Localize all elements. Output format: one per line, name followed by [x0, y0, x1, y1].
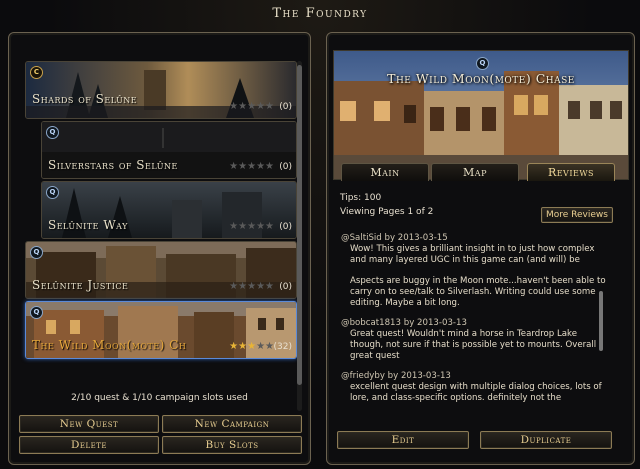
quest-list-scrollbar[interactable] — [297, 61, 302, 411]
rating-count: (32) — [273, 342, 292, 352]
campaign-badge-icon: C — [30, 66, 43, 79]
review-text: excellent quest design with multiple dia… — [350, 382, 602, 403]
star-icon: ★ — [247, 101, 257, 112]
review-body: excellent quest design with multiple dia… — [341, 382, 613, 404]
star-icon: ★ — [229, 341, 239, 352]
star-icon: ★ — [238, 221, 248, 232]
star-icon: ★ — [247, 161, 257, 172]
quest-card-name: The Wild Moon(mote) Ch — [32, 338, 187, 352]
tab-reviews[interactable]: Reviews — [527, 163, 615, 181]
rating-count: (0) — [279, 102, 292, 112]
star-icon: ★ — [265, 101, 274, 112]
new-quest-button[interactable]: New Quest — [19, 415, 159, 433]
star-icon: ★ — [229, 161, 239, 172]
buy-slots-button[interactable]: Buy Slots — [162, 436, 302, 454]
star-rating: ★★★★★ — [229, 341, 274, 352]
quest-badge-icon: Q — [30, 246, 43, 259]
rating-count: (0) — [279, 162, 292, 172]
slots-used-text: 2/10 quest & 1/10 campaign slots used — [71, 393, 248, 403]
star-icon: ★ — [265, 221, 274, 232]
review-text: Wow! This gives a brilliant insight in t… — [350, 244, 595, 265]
quest-badge-icon: Q — [30, 306, 43, 319]
review-header: @bobcat1813 by 2013-03-13 — [341, 318, 613, 329]
star-icon: ★ — [229, 221, 239, 232]
duplicate-button[interactable]: Duplicate — [480, 431, 612, 449]
review-by: by — [384, 233, 396, 243]
delete-button[interactable]: Delete — [19, 436, 159, 454]
quest-card-name: Selûnite Way — [48, 218, 128, 232]
quest-badge-icon: Q — [46, 126, 59, 139]
tab-main[interactable]: Main — [341, 163, 429, 181]
star-icon: ★ — [238, 281, 248, 292]
star-icon: ★ — [256, 281, 266, 292]
page-indicator: Viewing Pages 1 of 2 — [340, 207, 434, 217]
star-icon: ★ — [229, 101, 239, 112]
quest-card[interactable]: C Shards of Selûne ★★★★★ (0) — [25, 61, 297, 119]
review-body: Wow! This gives a brilliant insight in t… — [341, 244, 613, 309]
review-date: 2013-03-15 — [397, 233, 448, 243]
foundry-window: The Foundry C Shards of Selûne ★★★★★ (0) — [0, 0, 640, 469]
quest-card-selected[interactable]: Q The Wild Moon(mote) Ch ★★★★★ (32) — [25, 301, 297, 359]
quest-preview-image: Q The Wild Moon(mote) Chase — [333, 50, 629, 180]
star-icon: ★ — [238, 341, 248, 352]
quest-badge-icon: Q — [476, 57, 489, 70]
review-author[interactable]: @SaltiSid — [341, 233, 382, 243]
quest-card-name: Selûnite Justice — [32, 278, 129, 292]
scrollbar-thumb[interactable] — [297, 65, 302, 385]
review-by: by — [403, 318, 415, 328]
window-title: The Foundry — [272, 6, 368, 21]
quest-list: C Shards of Selûne ★★★★★ (0) Q Silversta… — [25, 61, 297, 421]
detail-tabs: Main Map Reviews — [333, 163, 627, 181]
star-icon: ★ — [229, 281, 239, 292]
star-rating: ★★★★★ — [229, 101, 274, 112]
review-author[interactable]: @bobcat1813 — [341, 318, 401, 328]
quest-card[interactable]: Q Selûnite Justice ★★★★★ (0) — [25, 241, 297, 299]
quest-title: The Wild Moon(mote) Chase — [387, 71, 575, 86]
review-body: Great quest! Wouldn't mind a horse in Te… — [341, 329, 613, 362]
star-icon: ★ — [265, 281, 274, 292]
star-icon: ★ — [238, 161, 248, 172]
quest-card[interactable]: Q Selûnite Way ★★★★★ (0) — [41, 181, 297, 239]
review-text: Great quest! Wouldn't mind a horse in Te… — [350, 329, 597, 361]
edit-button[interactable]: Edit — [337, 431, 469, 449]
review-item: @friedyby by 2013-03-13 excellent quest … — [341, 371, 613, 404]
quest-badge-icon: Q — [46, 186, 59, 199]
star-icon: ★ — [247, 221, 257, 232]
star-rating: ★★★★★ — [229, 221, 274, 232]
review-header: @SaltiSid by 2013-03-15 — [341, 233, 613, 244]
quest-detail-panel: Q The Wild Moon(mote) Chase Main Map Rev… — [326, 32, 635, 465]
star-icon: ★ — [256, 161, 266, 172]
review-date: 2013-03-13 — [400, 371, 451, 381]
tips-count: Tips: 100 — [340, 193, 382, 203]
reviews-scrollbar[interactable] — [599, 291, 603, 351]
review-item: @SaltiSid by 2013-03-15 Wow! This gives … — [341, 233, 613, 309]
star-icon: ★ — [256, 221, 266, 232]
star-rating: ★★★★★ — [229, 161, 274, 172]
review-text: Aspects are buggy in the Moon mote...hav… — [350, 276, 606, 308]
star-rating: ★★★★★ — [229, 281, 274, 292]
star-icon: ★ — [256, 101, 266, 112]
star-icon: ★ — [265, 161, 274, 172]
review-header: @friedyby by 2013-03-13 — [341, 371, 613, 382]
rating-count: (0) — [279, 282, 292, 292]
rating-count: (0) — [279, 222, 292, 232]
star-icon: ★ — [256, 341, 266, 352]
tab-map[interactable]: Map — [431, 163, 519, 181]
review-by: by — [387, 371, 399, 381]
quest-card-name: Shards of Selûne — [32, 92, 138, 106]
review-author[interactable]: @friedyby — [341, 371, 385, 381]
review-date: 2013-03-13 — [417, 318, 467, 328]
quest-list-panel: C Shards of Selûne ★★★★★ (0) Q Silversta… — [8, 32, 311, 465]
new-campaign-button[interactable]: New Campaign — [162, 415, 302, 433]
star-icon: ★ — [247, 281, 257, 292]
star-icon: ★ — [238, 101, 248, 112]
review-item: @bobcat1813 by 2013-03-13 Great quest! W… — [341, 318, 613, 362]
star-icon: ★ — [247, 341, 257, 352]
quest-card[interactable]: Q Silverstars of Selûne ★★★★★ (0) — [41, 121, 297, 179]
reviews-list: @SaltiSid by 2013-03-15 Wow! This gives … — [341, 233, 613, 413]
more-reviews-button[interactable]: More Reviews — [541, 207, 613, 223]
quest-card-name: Silverstars of Selûne — [48, 158, 178, 172]
